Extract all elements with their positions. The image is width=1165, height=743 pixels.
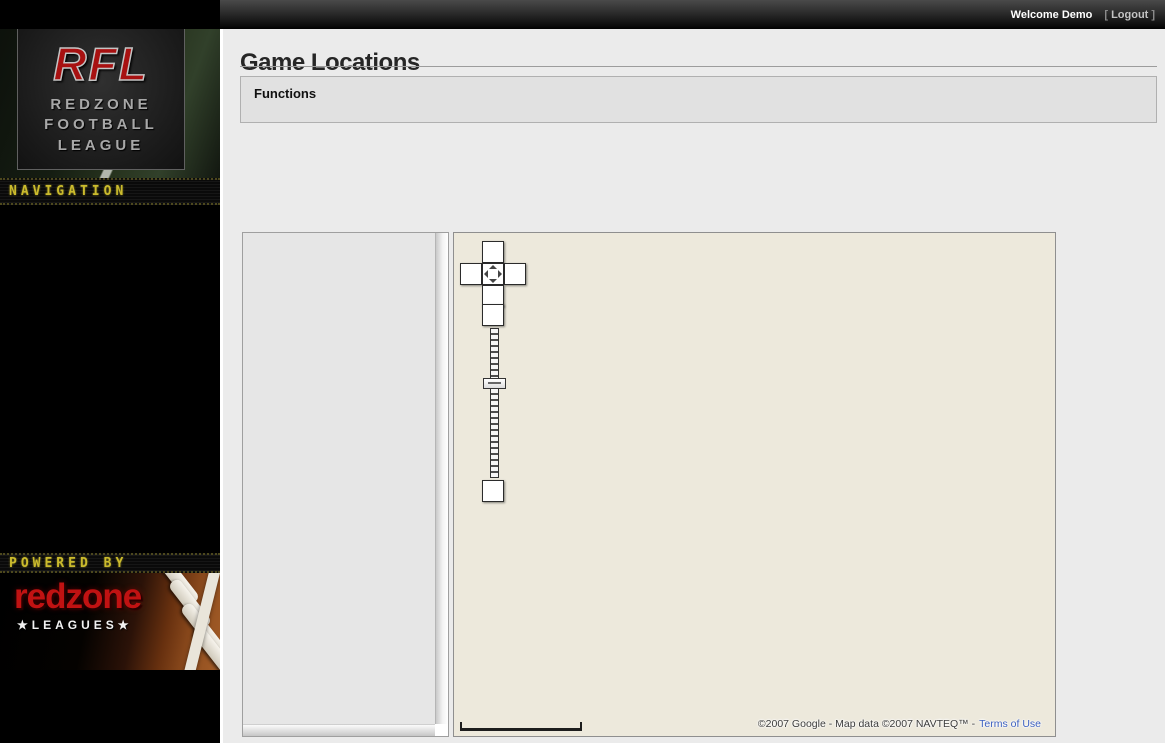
center-arrow-down-icon (489, 279, 497, 283)
rfl-logo: RFL REDZONE FOOTBALL LEAGUE (17, 27, 185, 170)
functions-panel: Functions (240, 76, 1157, 123)
copyright-text: ©2007 Google - Map data ©2007 NAVTEQ™ - (758, 718, 975, 730)
zoom-slider[interactable] (490, 328, 499, 478)
navigation-header-strip: NAVIGATION (0, 178, 220, 205)
location-list (243, 233, 435, 724)
powered-by-label: POWERED BY (9, 556, 127, 571)
center-arrow-right-icon (498, 270, 502, 278)
map-canvas (454, 233, 1055, 736)
brand-name: redzone (14, 577, 141, 617)
rfl-logo-line-1: REDZONE (50, 95, 151, 115)
center-arrow-left-icon (484, 270, 488, 278)
brand-subtitle: ★LEAGUES★ (17, 618, 133, 632)
title-divider (240, 66, 1157, 67)
functions-heading: Functions (254, 86, 1143, 101)
map-scale-bar (460, 722, 582, 731)
logout-link[interactable]: Logout (1111, 9, 1148, 21)
center-arrow-up-icon (489, 265, 497, 269)
locations-horizontal-scrollbar[interactable] (243, 724, 435, 736)
navigation-header: NAVIGATION (9, 184, 127, 199)
pan-left-button[interactable] (460, 263, 482, 285)
rfl-logo-acronym: RFL (53, 41, 148, 87)
locations-panel (242, 232, 449, 737)
rfl-logo-line-2: FOOTBALL (44, 115, 158, 135)
pan-center-button[interactable] (482, 263, 504, 285)
main-content: Game Locations Functions (220, 0, 1165, 743)
page-title: Game Locations (240, 49, 420, 77)
brand-logo: redzone ★LEAGUES★ (0, 573, 220, 670)
logout-bracket-left: [ (1104, 9, 1108, 21)
terms-of-use-link[interactable]: Terms of Use (979, 718, 1041, 730)
topbar-left-cap (0, 0, 220, 29)
welcome-text: Welcome Demo (1011, 9, 1093, 21)
pan-up-button[interactable] (482, 241, 504, 263)
map-panel[interactable]: ©2007 Google - Map data ©2007 NAVTEQ™ - T… (453, 232, 1056, 737)
sidebar: RFL REDZONE FOOTBALL LEAGUE NAVIGATION P… (0, 0, 220, 743)
zoom-slider-handle[interactable] (483, 378, 506, 389)
logout-group: [ Logout ] (1104, 9, 1155, 21)
zoom-in-button[interactable] (482, 304, 504, 326)
map-copyright: ©2007 Google - Map data ©2007 NAVTEQ™ - T… (758, 718, 1041, 730)
topbar: Welcome Demo [ Logout ] (220, 0, 1165, 29)
zoom-out-button[interactable] (482, 480, 504, 502)
rfl-logo-line-3: LEAGUE (58, 136, 145, 156)
logout-bracket-right: ] (1151, 9, 1155, 21)
scrollbar-corner (435, 724, 448, 736)
powered-by-strip: POWERED BY (0, 553, 220, 573)
locations-vertical-scrollbar[interactable] (435, 233, 448, 724)
pan-right-button[interactable] (504, 263, 526, 285)
